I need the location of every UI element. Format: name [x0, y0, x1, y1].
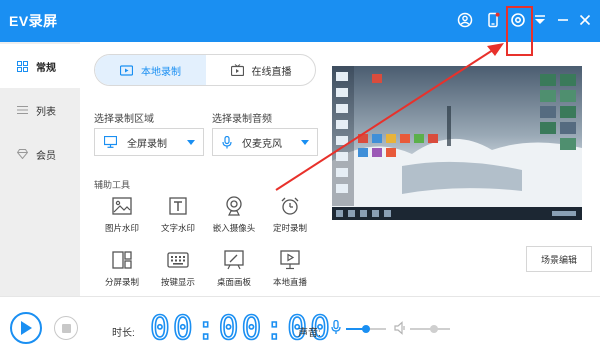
sidebar: 常规 列表 会员 [0, 42, 80, 296]
tool-desktop-drawing[interactable]: 桌面画板 [204, 248, 264, 294]
tool-label: 定时录制 [272, 223, 307, 233]
start-record-button[interactable] [10, 312, 42, 344]
tool-label: 本地直播 [272, 277, 307, 287]
tool-label: 按键显示 [160, 277, 195, 287]
tab-live-stream[interactable]: 在线直播 [206, 55, 315, 85]
screen-preview [332, 66, 582, 220]
list-icon [16, 104, 28, 116]
tab-local-record[interactable]: 本地录制 [95, 55, 206, 85]
app-title: EV录屏 [9, 13, 58, 29]
tool-scheduled-record[interactable]: 定时录制 [260, 194, 320, 240]
sidebar-item-label: 会员 [36, 150, 56, 162]
tools-label: 辅助工具 [94, 180, 131, 190]
dropdown-menu-icon [535, 15, 545, 24]
live-monitor-icon [278, 248, 302, 272]
phone-icon [488, 12, 500, 28]
tool-split-screen[interactable]: 分屏录制 [92, 248, 152, 294]
text-icon [166, 194, 190, 218]
microphone-icon[interactable] [331, 320, 341, 335]
tool-label: 文字水印 [160, 223, 195, 233]
scene-edit-button[interactable]: 场景编辑 [526, 246, 592, 272]
speaker-volume-slider[interactable] [410, 325, 450, 333]
alarm-clock-icon [278, 194, 302, 218]
tool-label: 桌面画板 [216, 277, 251, 287]
volume-label: 声音: [298, 328, 321, 339]
account-button[interactable] [454, 9, 476, 31]
sidebar-item-label: 列表 [36, 106, 56, 118]
title-bar: EV录屏 [0, 0, 600, 42]
diamond-icon [16, 148, 28, 160]
chevron-down-icon [187, 140, 195, 145]
user-icon [457, 12, 473, 28]
grid-icon [16, 60, 28, 72]
play-icon [21, 321, 32, 335]
tool-embed-webcam[interactable]: 嵌入摄像头 [204, 194, 264, 240]
duration-label: 时长: [112, 328, 135, 339]
speaker-volume-knob[interactable] [430, 325, 438, 333]
sidebar-item-general[interactable]: 常规 [0, 44, 80, 88]
mobile-button[interactable] [482, 9, 504, 31]
tool-label: 分屏录制 [104, 277, 139, 287]
record-audio-select[interactable]: 仅麦克风 [212, 128, 318, 156]
sidebar-item-label: 常规 [36, 62, 56, 74]
minimize-button[interactable] [552, 9, 574, 31]
keyboard-icon [166, 248, 190, 272]
tab-label: 在线直播 [251, 66, 292, 78]
mode-tabs: 本地录制 在线直播 [94, 54, 316, 86]
sidebar-item-list[interactable]: 列表 [0, 88, 80, 132]
sidebar-item-vip[interactable]: 会员 [0, 132, 80, 176]
record-area-label: 选择录制区域 [94, 114, 154, 125]
drawing-board-icon [222, 248, 246, 272]
tab-label: 本地录制 [141, 66, 181, 78]
mic-volume-slider[interactable] [346, 325, 386, 333]
tool-text-watermark[interactable]: 文字水印 [148, 194, 208, 240]
tool-key-display[interactable]: 按键显示 [148, 248, 208, 294]
monitor-icon [104, 136, 117, 148]
record-audio-value: 仅麦克风 [242, 138, 282, 150]
menu-button[interactable] [529, 9, 551, 31]
desktop-preview-image [332, 66, 582, 220]
record-area-value: 全屏录制 [127, 138, 167, 150]
minimize-icon [558, 19, 568, 21]
stop-record-button[interactable] [54, 316, 78, 340]
record-audio-label: 选择录制音频 [212, 114, 272, 125]
settings-button[interactable] [507, 9, 529, 31]
control-bar: 时长: 00:00:00 声音: [0, 296, 600, 352]
tv-icon [230, 64, 244, 76]
speaker-icon[interactable] [394, 321, 406, 335]
tool-label: 图片水印 [104, 223, 139, 233]
tool-local-live[interactable]: 本地直播 [260, 248, 320, 294]
mic-volume-knob[interactable] [362, 325, 370, 333]
settings-icon [511, 13, 525, 27]
image-icon [110, 194, 134, 218]
close-icon [579, 14, 591, 26]
chevron-down-icon [301, 140, 309, 145]
tool-image-watermark[interactable]: 图片水印 [92, 194, 152, 240]
close-button[interactable] [574, 9, 596, 31]
webcam-icon [222, 194, 246, 218]
record-video-icon [120, 64, 133, 76]
tool-label: 嵌入摄像头 [212, 223, 256, 233]
microphone-icon [222, 135, 232, 148]
split-screen-icon [110, 248, 134, 272]
stop-icon [61, 323, 71, 333]
record-area-select[interactable]: 全屏录制 [94, 128, 204, 156]
